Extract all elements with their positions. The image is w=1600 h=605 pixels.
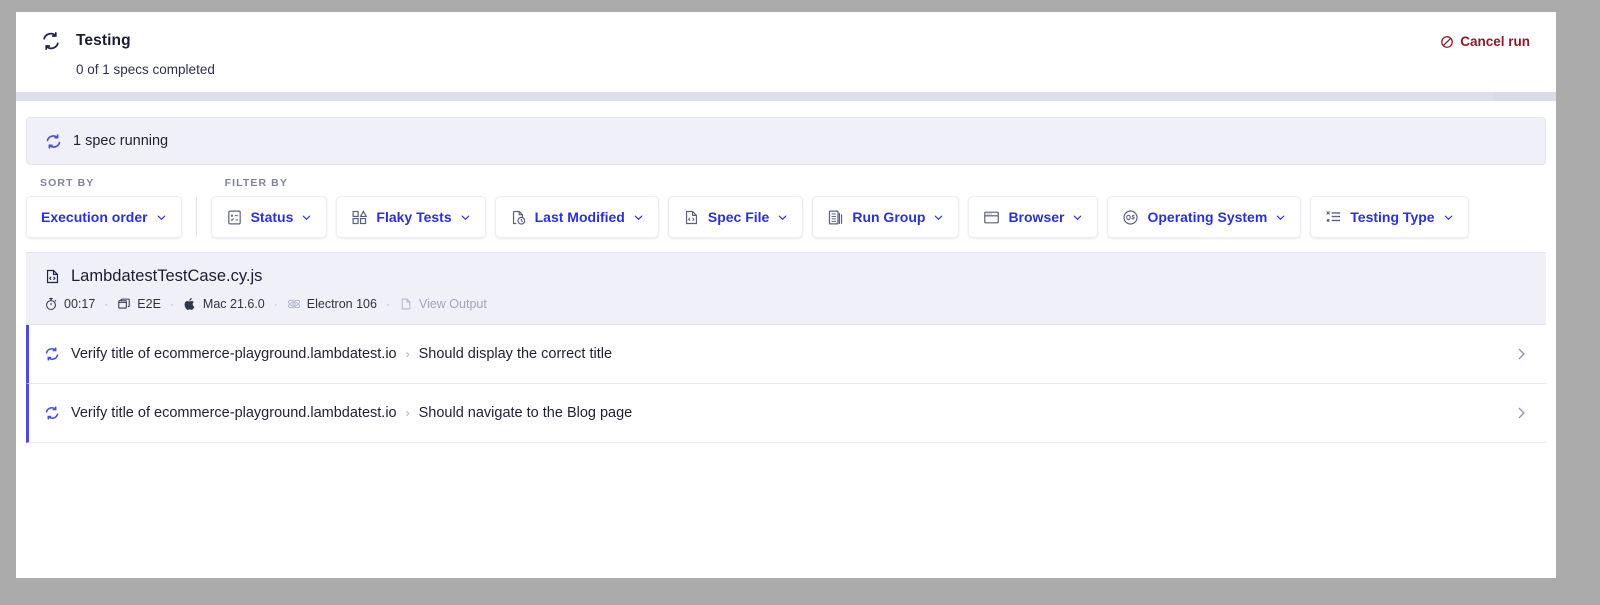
run-header-title-row: Testing <box>40 30 1532 52</box>
filter-by-group: FILTER BY Status Flaky Tests Last Modifi… <box>210 177 1469 238</box>
filter-testing-type-label: Testing Type <box>1350 209 1435 225</box>
chevron-down-icon <box>157 215 165 220</box>
filter-operating-system-button[interactable]: Operating System <box>1107 196 1302 238</box>
run-progress-fill <box>16 92 1495 101</box>
spec-operating-system-label: Mac 21.6.0 <box>202 297 265 311</box>
browser-window-icon <box>984 211 1000 223</box>
breadcrumb-separator: › <box>405 347 410 361</box>
filter-testing-type-button[interactable]: Testing Type <box>1310 196 1469 238</box>
test-suite-label: Verify title of ecommerce-playground.lam… <box>71 405 397 421</box>
chevron-down-icon <box>461 215 469 220</box>
chevron-down-icon <box>1074 215 1082 220</box>
stacked-windows-icon <box>118 298 131 309</box>
apple-icon <box>184 297 195 310</box>
chevron-down-icon <box>634 215 643 220</box>
spec-operating-system: Mac 21.6.0 <box>183 297 265 311</box>
filter-browser-label: Browser <box>1008 209 1065 225</box>
status-checklist-icon <box>227 210 241 224</box>
filter-spec-file-button[interactable]: Spec File <box>667 196 804 238</box>
refresh-icon <box>46 133 61 149</box>
filter-operating-system-label: Operating System <box>1147 209 1268 225</box>
spec-running-banner: 1 spec running <box>26 117 1546 165</box>
chevron-down-icon <box>303 215 311 220</box>
running-spinner-icon <box>45 406 59 420</box>
spec-meta-row: 00:17 · E2E · Mac 21.6.0 · Electron 106 … <box>44 297 1528 311</box>
test-title: Verify title of ecommerce-playground.lam… <box>71 405 632 421</box>
running-spinner-icon <box>45 347 59 361</box>
filter-status-button[interactable]: Status <box>210 196 328 238</box>
test-suite-label: Verify title of ecommerce-playground.lam… <box>71 346 397 362</box>
sort-execution-order-label: Execution order <box>41 209 148 225</box>
flaky-grid-icon <box>352 209 368 224</box>
spec-browser-label: Electron 106 <box>306 297 377 311</box>
chevron-down-icon <box>779 215 787 220</box>
prohibited-icon <box>1441 35 1454 48</box>
spec-testing-type: E2E <box>117 297 161 311</box>
filter-last-modified-button[interactable]: Last Modified <box>494 196 659 238</box>
stopwatch-icon <box>46 297 57 311</box>
spec-testing-type-label: E2E <box>137 297 161 311</box>
filter-by-label: FILTER BY <box>224 177 288 189</box>
sort-filter-bar: SORT BY Execution order FILTER BY Status… <box>16 165 1556 252</box>
testing-run-panel: Testing 0 of 1 specs completed Cancel ru… <box>16 12 1556 578</box>
meta-separator: · <box>273 297 278 311</box>
chevron-right-icon[interactable] <box>1514 347 1528 361</box>
cancel-run-button[interactable]: Cancel run <box>1440 34 1530 49</box>
chevron-right-icon[interactable] <box>1514 406 1528 420</box>
meta-separator: · <box>169 297 174 311</box>
filter-browser-button[interactable]: Browser <box>968 196 1099 238</box>
electron-atom-icon <box>287 299 300 309</box>
spec-running-label: 1 spec running <box>73 133 169 149</box>
test-name-label: Should navigate to the Blog page <box>418 405 633 421</box>
refresh-cycle-icon <box>43 32 59 50</box>
document-clock-icon <box>512 210 525 225</box>
filter-flaky-tests-label: Flaky Tests <box>376 209 452 225</box>
meta-separator: · <box>104 297 109 311</box>
filter-run-group-label: Run Group <box>852 209 926 225</box>
spec-list: LambdatestTestCase.cy.js 00:17 · E2E · M… <box>16 252 1556 443</box>
test-row[interactable]: Verify title of ecommerce-playground.lam… <box>26 325 1546 384</box>
controls-divider <box>195 197 197 237</box>
os-circle-icon <box>1123 209 1139 225</box>
run-header: Testing 0 of 1 specs completed Cancel ru… <box>16 12 1556 92</box>
run-progress-text: 0 of 1 specs completed <box>76 62 215 77</box>
filter-flaky-tests-button[interactable]: Flaky Tests <box>336 196 486 238</box>
test-name-label: Should display the correct title <box>418 346 613 362</box>
testing-type-list-icon <box>1326 210 1341 222</box>
page-title: Testing <box>76 32 131 49</box>
sort-by-label: SORT BY <box>40 177 95 189</box>
run-progress-bar <box>16 92 1556 101</box>
filter-by-row: Status Flaky Tests Last Modified Spec Fi… <box>210 196 1469 238</box>
spec-title-row: LambdatestTestCase.cy.js <box>44 267 1528 286</box>
filter-run-group-button[interactable]: Run Group <box>812 196 960 238</box>
test-row[interactable]: Verify title of ecommerce-playground.lam… <box>26 384 1546 443</box>
spec-view-output-label: View Output <box>418 297 487 311</box>
sort-by-row: Execution order <box>26 196 182 238</box>
filter-last-modified-label: Last Modified <box>534 209 625 225</box>
spec-duration-label: 00:17 <box>64 297 96 311</box>
spec-file-name: LambdatestTestCase.cy.js <box>71 267 263 285</box>
spec-browser: Electron 106 <box>287 297 377 311</box>
code-file-icon <box>685 210 697 224</box>
filter-status-label: Status <box>250 209 294 225</box>
spec-header-row[interactable]: LambdatestTestCase.cy.js 00:17 · E2E · M… <box>26 252 1546 325</box>
sort-execution-order-button[interactable]: Execution order <box>26 196 182 238</box>
spec-duration: 00:17 <box>44 297 95 311</box>
chevron-down-icon <box>1444 215 1452 220</box>
chevron-down-icon <box>1276 215 1285 220</box>
output-document-icon <box>401 298 411 310</box>
stacked-documents-icon <box>829 210 843 224</box>
code-file-icon <box>46 269 59 284</box>
spec-view-output[interactable]: View Output <box>399 297 487 311</box>
filter-spec-file-label: Spec File <box>707 209 770 225</box>
cancel-run-label: Cancel run <box>1460 34 1530 49</box>
sort-by-group: SORT BY Execution order <box>26 177 182 238</box>
chevron-down-icon <box>935 215 943 220</box>
breadcrumb-separator: › <box>405 406 410 420</box>
meta-separator: · <box>385 297 390 311</box>
running-banner-container: 1 spec running <box>16 101 1556 165</box>
test-title: Verify title of ecommerce-playground.lam… <box>71 346 612 362</box>
